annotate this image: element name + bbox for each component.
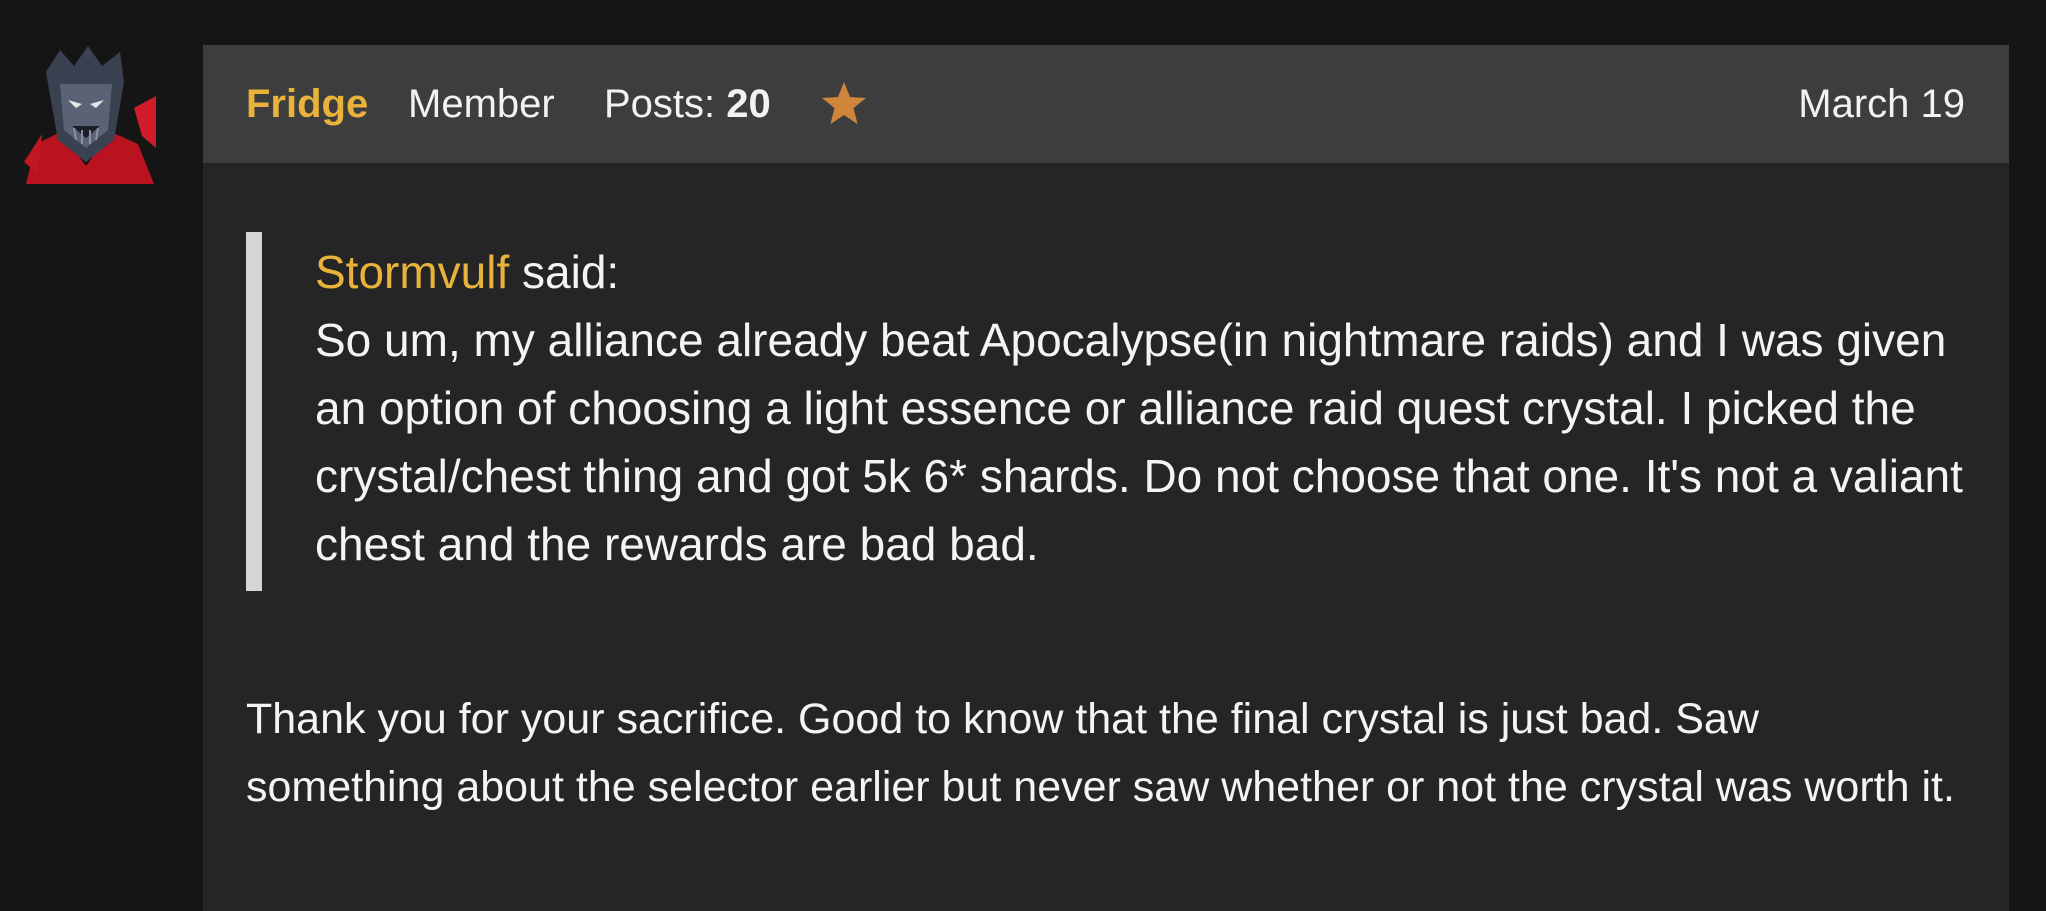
author-role: Member [408,82,555,126]
avatar-icon [16,44,156,184]
post-header: Fridge Member Posts: 20 March 19 [203,45,2009,163]
quote-author[interactable]: Stormvulf [315,246,509,298]
quote-bar [246,232,262,591]
post-date[interactable]: March 19 [1798,45,1965,163]
post-body: Thank you for your sacrifice. Good to kn… [246,695,1955,811]
avatar[interactable] [16,44,156,184]
star-icon [822,82,866,124]
quote-block: Stormvulf said: So um, my alliance alrea… [315,238,1995,578]
quote-said-label: said: [522,246,620,298]
quote-attribution: Stormvulf said: [315,238,1995,306]
forum-post: Fridge Member Posts: 20 March 19 Stormvu… [203,45,2009,911]
post-count: Posts: 20 [604,45,771,163]
quote-text: So um, my alliance already beat Apocalyp… [315,314,1963,570]
author-name[interactable]: Fridge [246,45,368,163]
post-count-value: 20 [726,82,771,126]
post-count-label: Posts: [604,82,716,126]
